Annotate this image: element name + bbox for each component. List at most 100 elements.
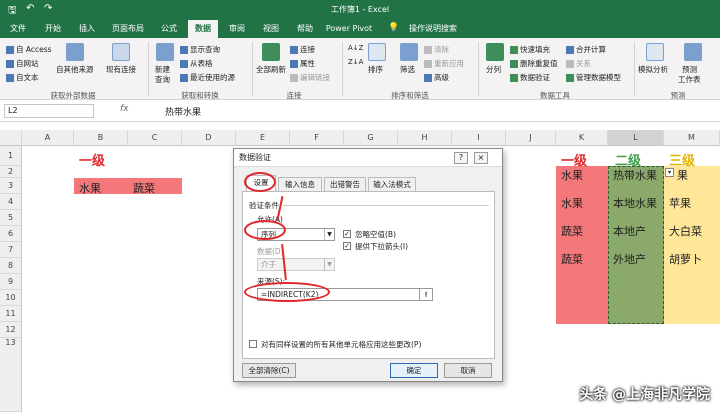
row-header[interactable]: 12 [0,322,22,338]
tab-power-pivot[interactable]: Power Pivot [322,20,376,38]
help-button[interactable]: ? [454,152,468,164]
existing-connections-button[interactable]: 现有连接 [106,64,136,75]
formula-input[interactable]: 热带水果 [165,105,201,118]
cell-k5[interactable]: 水果 [558,195,583,211]
column-header[interactable]: M [664,130,720,146]
column-header-selected[interactable]: L [608,130,664,146]
other-sources-button[interactable]: 自其他来源 [56,64,94,75]
tab-formulas[interactable]: 公式 [154,20,184,38]
text-to-columns-button[interactable]: 分列 [486,64,501,75]
row-header[interactable]: 11 [0,306,22,322]
cell-l9[interactable]: 外地产 [610,251,646,267]
column-header[interactable]: H [398,130,452,146]
row-header[interactable]: 7 [0,242,22,258]
column-header[interactable]: B [74,130,128,146]
row-header[interactable]: 4 [0,194,22,210]
sort-button[interactable]: 排序 [368,64,383,75]
cell-b3[interactable]: 水果 [76,180,101,196]
tab-help[interactable]: 帮助 [290,20,320,38]
from-text-button[interactable]: 自文本 [6,72,39,83]
cell-m7[interactable]: 大白菜 [666,223,702,239]
cell-c3[interactable]: 蔬菜 [130,180,155,196]
clear-button[interactable]: 清除 [424,44,449,55]
row-header[interactable]: 5 [0,210,22,226]
from-table-button[interactable]: 从表格 [180,58,213,69]
manage-data-model-button[interactable]: 管理数据模型 [566,72,621,83]
validation-icon [510,74,518,82]
cell-dropdown-icon[interactable]: ▾ [665,168,674,177]
reapply-button[interactable]: 重新应用 [424,58,464,69]
data-select[interactable]: 介于 ▼ [257,258,335,271]
name-box[interactable]: L2 [4,104,94,118]
column-header[interactable]: G [344,130,398,146]
ok-button[interactable]: 确定 [390,363,438,378]
row-header[interactable]: 10 [0,290,22,306]
cell-k3[interactable]: 水果 [558,167,583,183]
show-queries-button[interactable]: 显示查询 [180,44,220,55]
what-if-button[interactable]: 模拟分析 [638,64,668,75]
column-header[interactable]: F [290,130,344,146]
flash-fill-button[interactable]: 快速填充 [510,44,550,55]
consolidate-button[interactable]: 合并计算 [566,44,606,55]
recent-icon [180,74,188,82]
filter-button[interactable]: 筛选 [400,64,415,75]
row-header[interactable]: 9 [0,274,22,290]
column-header[interactable]: E [236,130,290,146]
close-button[interactable]: × [474,152,488,164]
cell-m5[interactable]: 苹果 [666,195,691,211]
data-validation-button[interactable]: 数据验证 [510,72,550,83]
column-header[interactable]: D [182,130,236,146]
row-header[interactable]: 8 [0,258,22,274]
tab-home[interactable]: 开始 [38,20,68,38]
ignore-blank-checkbox[interactable]: ✓ [343,230,351,238]
properties-button[interactable]: 属性 [290,58,315,69]
row-header[interactable]: 13 [0,338,22,412]
cancel-button[interactable]: 取消 [444,363,492,378]
column-header[interactable]: K [556,130,608,146]
edit-links-button[interactable]: 编辑链接 [290,72,330,83]
select-all-corner[interactable] [0,130,22,146]
clear-icon [424,46,432,54]
tab-file[interactable]: 文件 [4,20,32,38]
cell-k9[interactable]: 蔬菜 [558,251,583,267]
cell-m9[interactable]: 胡萝卜 [666,251,702,267]
sort-za-icon[interactable]: Z↓A [348,58,363,66]
tab-data[interactable]: 数据 [188,20,218,38]
advanced-button[interactable]: 高级 [424,72,449,83]
tab-ime-mode[interactable]: 输入法模式 [368,177,416,191]
clear-all-button[interactable]: 全部清除(C) [242,363,296,378]
column-header[interactable]: J [506,130,556,146]
cell-b1[interactable]: 一级 [76,150,105,169]
column-header[interactable]: I [452,130,506,146]
row-header[interactable]: 6 [0,226,22,242]
refresh-all-button[interactable]: 全部刷新 [256,64,286,75]
dropdown-arrow-checkbox[interactable]: ✓ [343,242,351,250]
tab-error-alert[interactable]: 出错警告 [324,177,366,191]
cell-l7[interactable]: 本地产 [610,223,646,239]
tab-review[interactable]: 审阅 [222,20,252,38]
column-header[interactable]: A [22,130,74,146]
column-header[interactable]: C [128,130,182,146]
cell-k7[interactable]: 蔬菜 [558,223,583,239]
recent-sources-button[interactable]: 最近使用的源 [180,72,235,83]
relationships-button[interactable]: 关系 [566,58,591,69]
tab-insert[interactable]: 插入 [72,20,102,38]
tab-page-layout[interactable]: 页面布局 [106,20,150,38]
tab-input-message[interactable]: 输入信息 [278,177,322,191]
cell-l5[interactable]: 本地水果 [610,195,657,211]
tell-me-search[interactable]: 操作说明搜索 [400,20,466,38]
fx-icon[interactable]: fx [120,104,129,114]
from-access-button[interactable]: 自 Access [6,44,52,55]
sort-az-icon[interactable]: A↓Z [348,44,363,52]
from-web-button[interactable]: 自网站 [6,58,39,69]
row-header[interactable]: 2 [0,166,22,178]
cell-l3[interactable]: 热带水果 [610,167,657,183]
row-header[interactable]: 1 [0,146,22,166]
row-header[interactable]: 3 [0,178,22,194]
connections-button[interactable]: 连接 [290,44,315,55]
tab-view[interactable]: 视图 [256,20,286,38]
cell-m3[interactable]: 果 [674,167,688,183]
range-select-icon[interactable]: ⭱ [419,288,433,301]
remove-duplicates-button[interactable]: 删除重复值 [510,58,558,69]
apply-all-checkbox[interactable] [249,340,257,348]
